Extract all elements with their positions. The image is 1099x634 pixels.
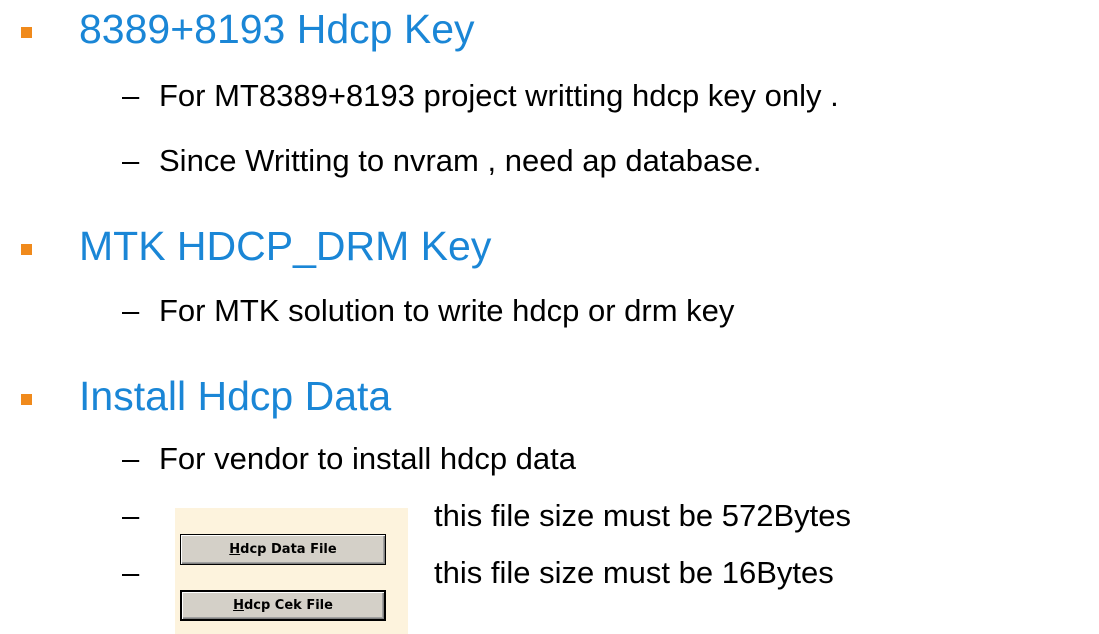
section-2-heading: MTK HDCP_DRM Key	[79, 223, 492, 269]
section-1-item-1-dash: –	[122, 78, 140, 113]
section-3-bullet	[21, 394, 32, 405]
hdcp-data-file-button-mnemonic: H	[229, 541, 241, 557]
section-3-item-3: this file size must be 16Bytes	[434, 555, 834, 590]
section-3-item-1: For vendor to install hdcp data	[159, 441, 577, 476]
section-1-heading: 8389+8193 Hdcp Key	[79, 6, 475, 52]
section-3-item-1-dash: –	[122, 441, 140, 476]
section-1-item-2-dash: –	[122, 143, 140, 178]
hdcp-cek-file-button-mnemonic: H	[233, 597, 244, 613]
section-2-bullet	[21, 244, 32, 255]
hdcp-cek-file-button-label: dcp Cek File	[243, 597, 333, 613]
section-3-item-3-dash: –	[122, 555, 140, 590]
section-1-item-2: Since Writting to nvram , need ap databa…	[159, 143, 762, 178]
section-3-item-2-dash: –	[122, 498, 140, 533]
section-1-bullet	[21, 27, 32, 38]
hdcp-data-file-button[interactable]: Hdcp Data File	[180, 534, 386, 565]
hdcp-cek-file-button[interactable]: Hdcp Cek File	[180, 590, 386, 621]
section-2-item-1-dash: –	[122, 293, 140, 328]
section-2-item-1: For MTK solution to write hdcp or drm ke…	[159, 293, 735, 328]
section-1-item-1: For MT8389+8193 project writting hdcp ke…	[159, 78, 839, 113]
hdcp-data-file-button-label: dcp Data File	[240, 541, 337, 557]
section-3-item-2: this file size must be 572Bytes	[434, 498, 851, 533]
section-3-heading: Install Hdcp Data	[79, 373, 392, 419]
